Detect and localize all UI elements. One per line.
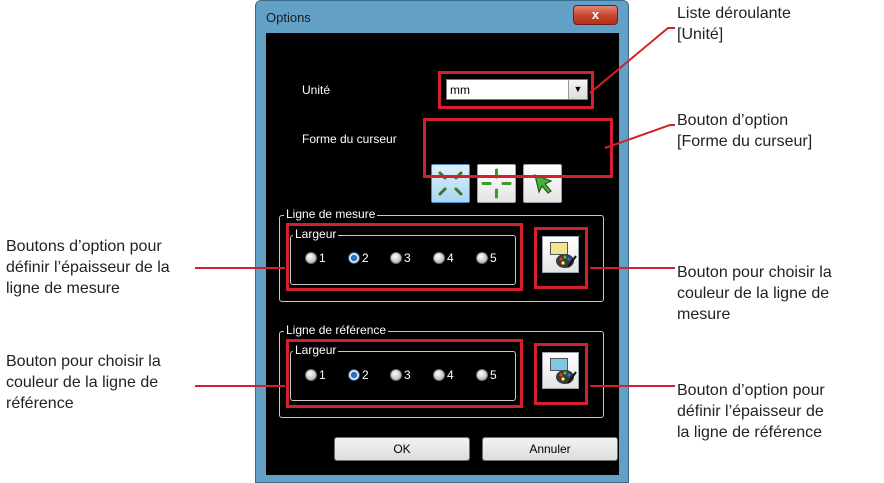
cursor-leader-line <box>604 124 675 149</box>
annotation-reference-color: Bouton pour choisir la couleur de la lig… <box>6 351 161 414</box>
annotation-line: référence <box>6 395 74 412</box>
annotation-line: couleur de la ligne de <box>677 285 830 302</box>
annotation-line: Boutons d’option pour <box>6 238 162 255</box>
annotation-measure-width: Boutons d’option pour définir l’épaisseu… <box>6 236 170 299</box>
annotation-line: Bouton d’option pour <box>677 382 825 399</box>
annotation-unit-dropdown: Liste déroulante [Unité] <box>677 3 791 45</box>
annotation-line: Bouton pour choisir la <box>6 353 161 370</box>
annotation-line: Bouton d’option <box>677 112 789 129</box>
annotation-reference-width: Bouton d’option pour définir l’épaisseur… <box>677 380 825 443</box>
annotation-line: Liste déroulante <box>677 5 791 22</box>
annotation-line: [Forme du curseur] <box>677 133 813 150</box>
annotation-line: [Unité] <box>677 26 724 43</box>
annotation-line: Bouton pour choisir la <box>677 264 832 281</box>
annotation-measure-color: Bouton pour choisir la couleur de la lig… <box>677 262 832 325</box>
annotation-line: ligne de mesure <box>6 280 120 297</box>
annotation-cursor-option: Bouton d’option [Forme du curseur] <box>677 110 812 152</box>
unit-leader-line <box>589 27 675 94</box>
annotation-line: couleur de la ligne de <box>6 374 159 391</box>
annotation-line: mesure <box>677 306 731 323</box>
annotation-line: définir l’épaisseur de la <box>6 259 170 276</box>
annotation-line: définir l’épaisseur de <box>677 403 824 420</box>
annotation-line: la ligne de référence <box>677 424 822 441</box>
